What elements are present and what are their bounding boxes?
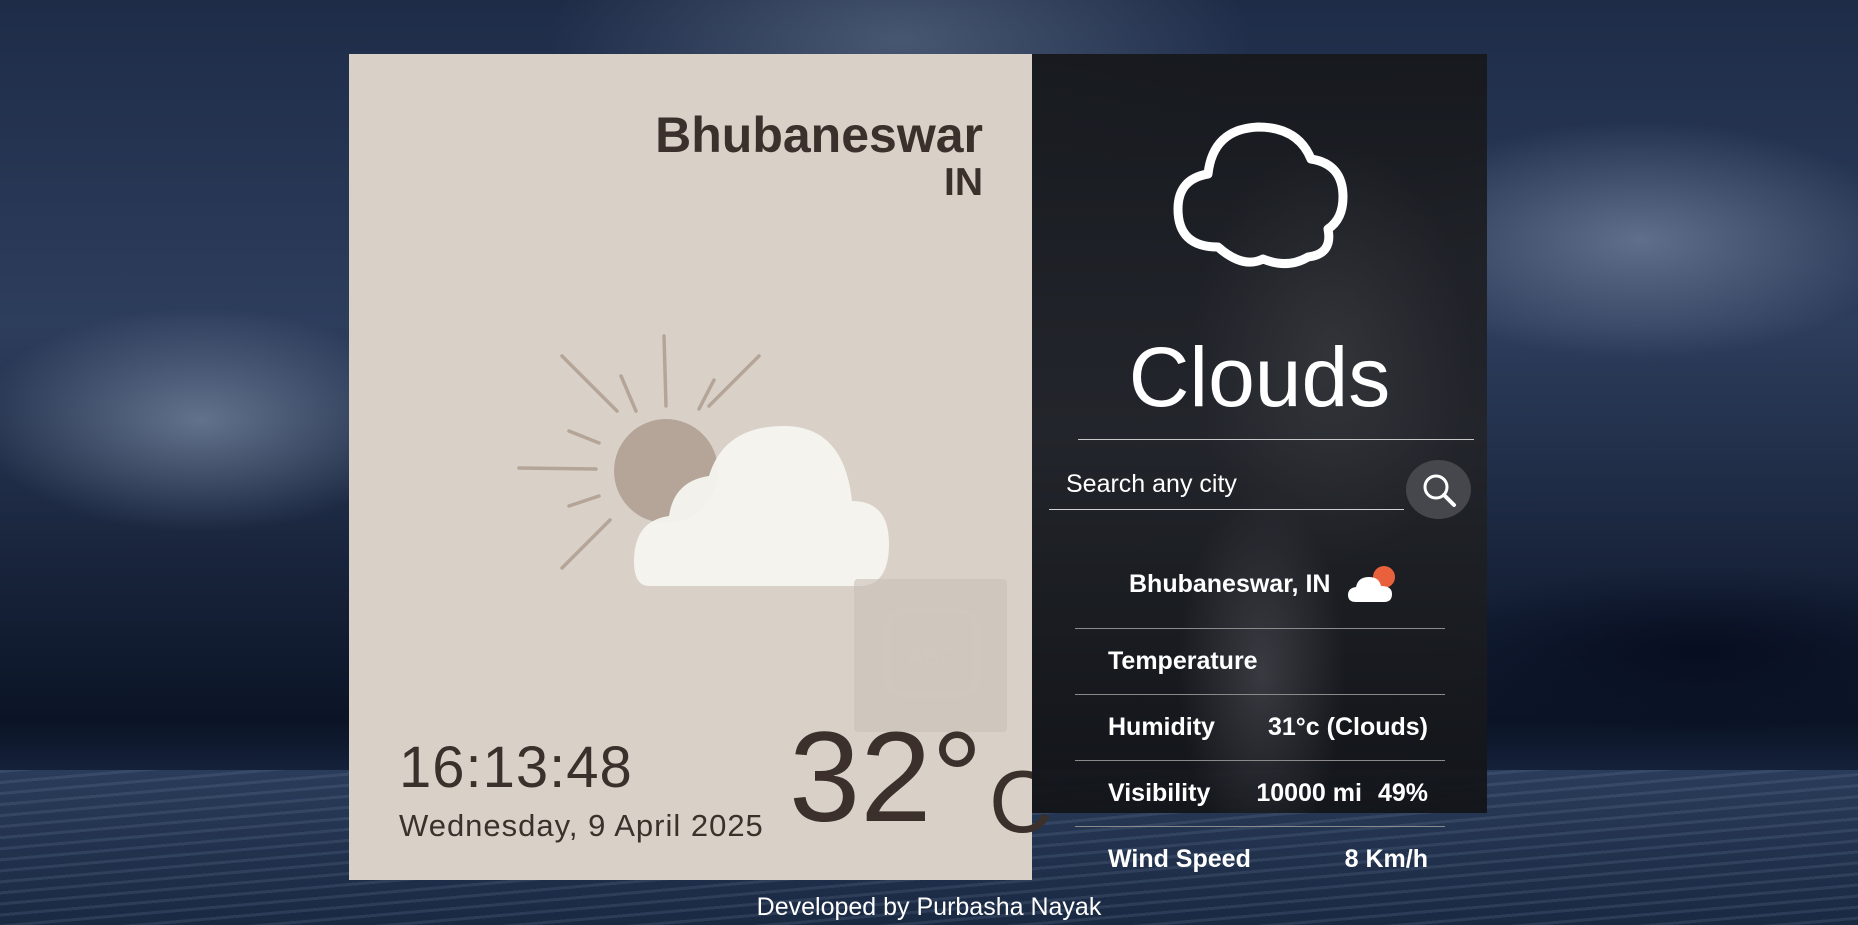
stat-value: 8 Km/h: [1344, 845, 1428, 873]
stat-wind-speed: Wind Speed 8 Km/h: [1075, 826, 1445, 892]
stat-visibility: Visibility 10000 mi 49%: [1075, 760, 1445, 826]
sun-behind-cloud-icon: [517, 334, 889, 586]
result-location-label: Bhubaneswar, IN: [1129, 569, 1331, 598]
svg-text:ABC: ABC: [907, 644, 956, 671]
search-icon: [1423, 474, 1456, 507]
search-button[interactable]: [1406, 460, 1471, 519]
stat-extra: 49%: [1377, 779, 1428, 807]
weather-stats: Temperature Humidity 31°c (Clouds) Visib…: [1075, 628, 1445, 892]
stat-temperature: Temperature: [1075, 628, 1445, 694]
developer-credit: Developed by Purbasha Nayak: [756, 893, 1102, 921]
temperature-value: 32°: [789, 706, 983, 849]
result-location: Bhubaneswar, IN: [1129, 564, 1400, 604]
current-time: 16:13:48: [399, 735, 633, 800]
weather-condition: Clouds: [1128, 330, 1391, 424]
stat-label: Humidity: [1108, 713, 1215, 741]
stat-value: 10000 mi: [1256, 779, 1362, 807]
cloud-sun-icon: [1348, 566, 1396, 602]
current-weather-card: Bhubaneswar IN ABC 16:13:48 Wednesday, 9…: [349, 54, 1053, 880]
stat-label: Temperature: [1108, 647, 1258, 675]
city-name: Bhubaneswar: [655, 107, 983, 163]
stat-humidity: Humidity 31°c (Clouds): [1075, 694, 1445, 760]
cloud-outline-icon: [1173, 122, 1348, 268]
current-date: Wednesday, 9 April 2025: [399, 808, 764, 843]
divider: [1078, 439, 1474, 440]
city-search-input[interactable]: [1049, 459, 1404, 510]
stat-value: 31°c (Clouds): [1267, 713, 1428, 741]
stat-label: Visibility: [1108, 779, 1211, 807]
weather-details-panel: Clouds Bhubaneswar, IN Temperature Humid…: [1032, 54, 1487, 873]
country-code: IN: [944, 161, 983, 204]
stat-label: Wind Speed: [1108, 845, 1251, 873]
